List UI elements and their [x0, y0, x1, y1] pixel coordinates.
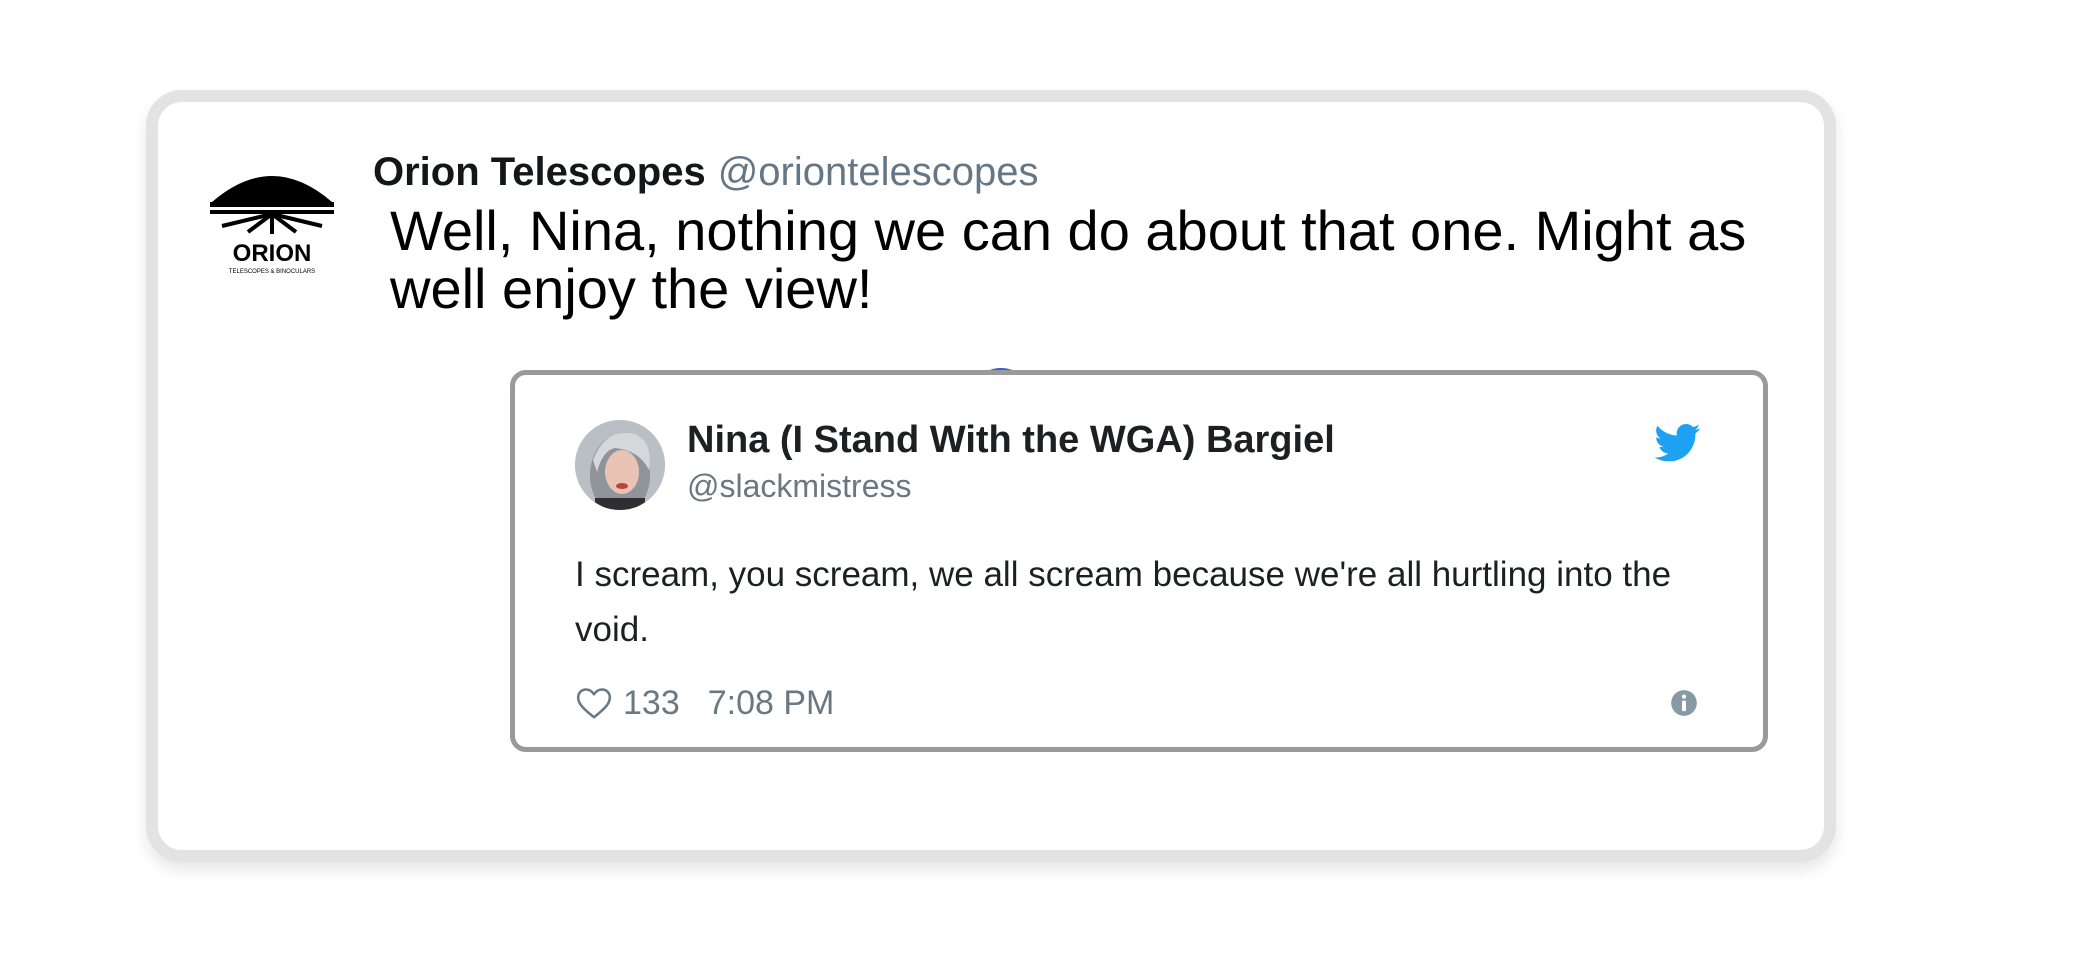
- author-name[interactable]: Orion Telescopes: [373, 150, 706, 194]
- screenshot-stage: ORION TELESCOPES & BINOCULARS Orion Tele…: [0, 0, 2100, 975]
- svg-text:ORION: ORION: [233, 240, 312, 267]
- tweet-timestamp[interactable]: 7:08 PM: [708, 684, 835, 723]
- quoted-author-name[interactable]: Nina (I Stand With the WGA) Bargiel: [687, 421, 1335, 459]
- svg-text:TELESCOPES & BINOCULARS: TELESCOPES & BINOCULARS: [229, 269, 315, 275]
- quoted-tweet-footer: 133 7:08 PM: [575, 683, 834, 723]
- heart-icon[interactable]: [575, 684, 613, 722]
- tweet-card: ORION TELESCOPES & BINOCULARS Orion Tele…: [146, 90, 1836, 862]
- quoted-tweet-embed[interactable]: Nina (I Stand With the WGA) Bargiel @sla…: [510, 370, 1768, 752]
- orion-logo-icon: ORION TELESCOPES & BINOCULARS: [210, 176, 334, 275]
- author-handle[interactable]: @oriontelescopes: [718, 150, 1039, 194]
- info-icon[interactable]: [1670, 689, 1698, 717]
- tweet-author[interactable]: Orion Telescopes @oriontelescopes: [373, 152, 1038, 192]
- like-count[interactable]: 133: [623, 684, 680, 723]
- avatar-image: [575, 420, 665, 510]
- quoted-tweet-text: I scream, you scream, we all scream beca…: [575, 555, 1672, 649]
- quoted-author-handle[interactable]: @slackmistress: [687, 470, 912, 502]
- tweet-text: Well, Nina, nothing we can do about that…: [390, 199, 1747, 320]
- twitter-bird-icon[interactable]: [1655, 423, 1701, 463]
- avatar[interactable]: [575, 420, 665, 510]
